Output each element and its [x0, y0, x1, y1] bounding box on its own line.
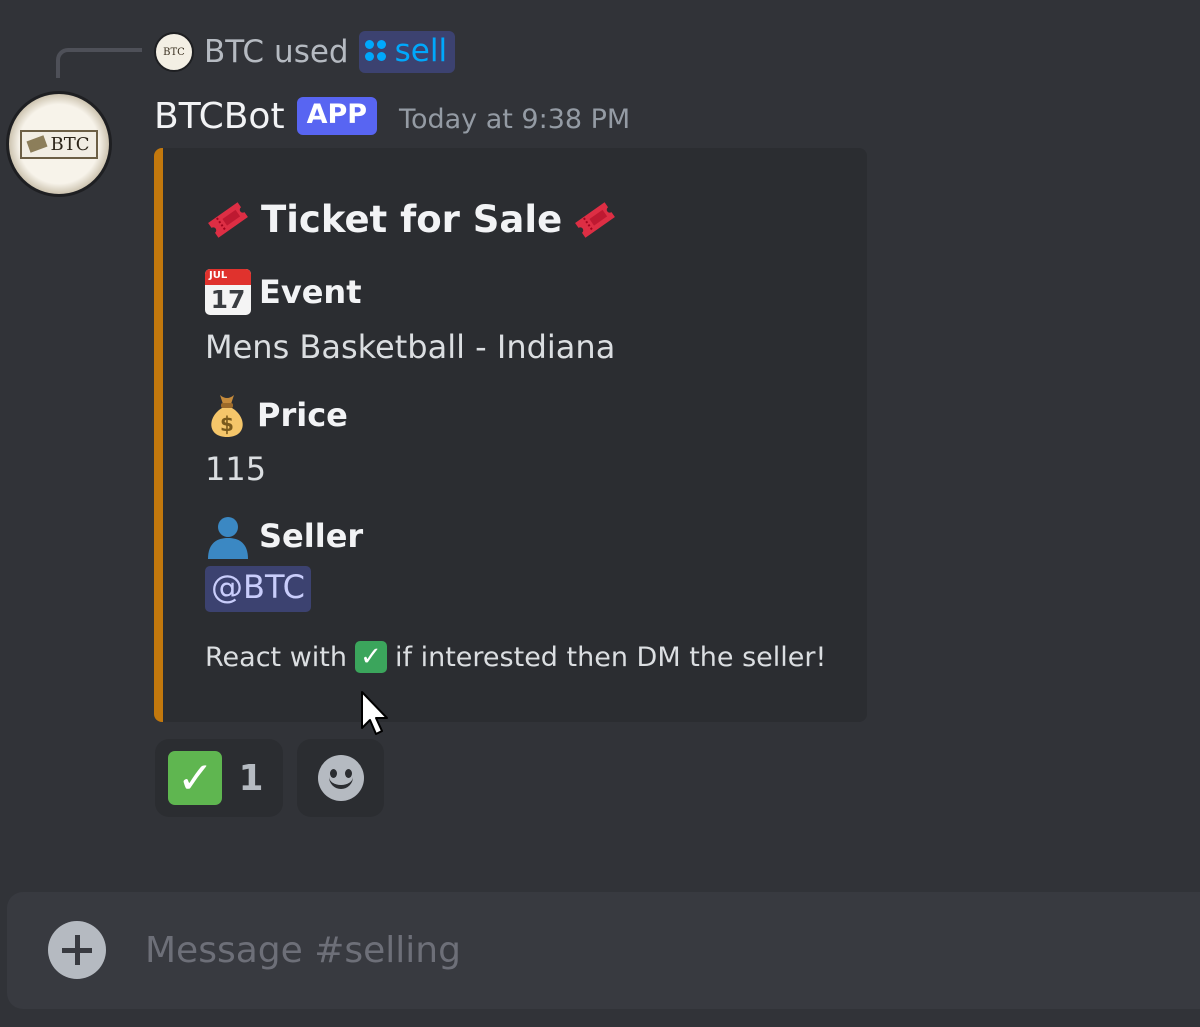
message-composer	[7, 892, 1200, 1009]
embed-description: React with ✓ if interested then DM the s…	[205, 641, 826, 673]
calendar-icon: JUL 17	[205, 269, 251, 315]
command-name: sell	[394, 33, 448, 69]
add-reaction-button[interactable]	[297, 739, 384, 817]
money-bag-icon: $	[211, 395, 243, 437]
check-mark-icon: ✓	[168, 751, 223, 805]
attach-plus-button[interactable]	[48, 921, 106, 979]
app-badge: APP	[296, 97, 378, 135]
mini-avatar-text: BTC	[163, 46, 185, 58]
field-name-event: JUL 17 Event	[205, 269, 362, 315]
command-user-name[interactable]: BTC	[204, 34, 264, 70]
chat-window: BTC BTC used sell BTC BTCBot APP Today a…	[0, 0, 1200, 1027]
add-reaction-icon	[317, 755, 364, 801]
reply-spine	[56, 48, 142, 78]
bot-username[interactable]: BTCBot	[154, 96, 285, 137]
field-name-seller: Seller	[205, 513, 363, 559]
ticket-embed: Ticket for Sale JUL 17 Event Mens Basket…	[154, 148, 867, 722]
embed-title-text: Ticket for Sale	[261, 198, 563, 241]
avatar-logo: BTC	[20, 129, 98, 159]
ticket-icon	[575, 201, 616, 238]
check-mark-icon: ✓	[355, 641, 388, 673]
person-icon	[208, 517, 248, 559]
footer-text-after: if interested then DM the seller!	[395, 641, 827, 673]
field-value-event: Mens Basketball - Indiana	[205, 328, 616, 366]
command-user-avatar[interactable]: BTC	[154, 32, 194, 72]
footer-text-before: React with	[205, 641, 348, 673]
message-timestamp[interactable]: Today at 9:38 PM	[399, 104, 630, 135]
field-name-price: $ Price	[205, 391, 348, 439]
svg-text:$: $	[220, 412, 234, 436]
field-value-price: 115	[205, 450, 267, 488]
mouse-cursor-icon	[361, 691, 388, 735]
reaction-check[interactable]: ✓ 1	[155, 739, 283, 817]
message-header: BTCBot APP Today at 9:38 PM	[154, 92, 630, 140]
bot-avatar[interactable]: BTC	[6, 91, 112, 197]
command-usage-line: BTC BTC used sell	[154, 30, 456, 74]
command-chip[interactable]: sell	[358, 31, 456, 73]
slash-command-icon	[364, 40, 387, 62]
seller-mention[interactable]: @BTC	[205, 566, 311, 612]
command-used-text: used	[274, 34, 349, 70]
embed-title: Ticket for Sale	[205, 198, 618, 241]
ticket-icon	[208, 201, 248, 238]
field-value-seller: @BTC	[205, 566, 311, 612]
message-input[interactable]	[145, 922, 1145, 978]
reaction-count: 1	[238, 757, 264, 799]
